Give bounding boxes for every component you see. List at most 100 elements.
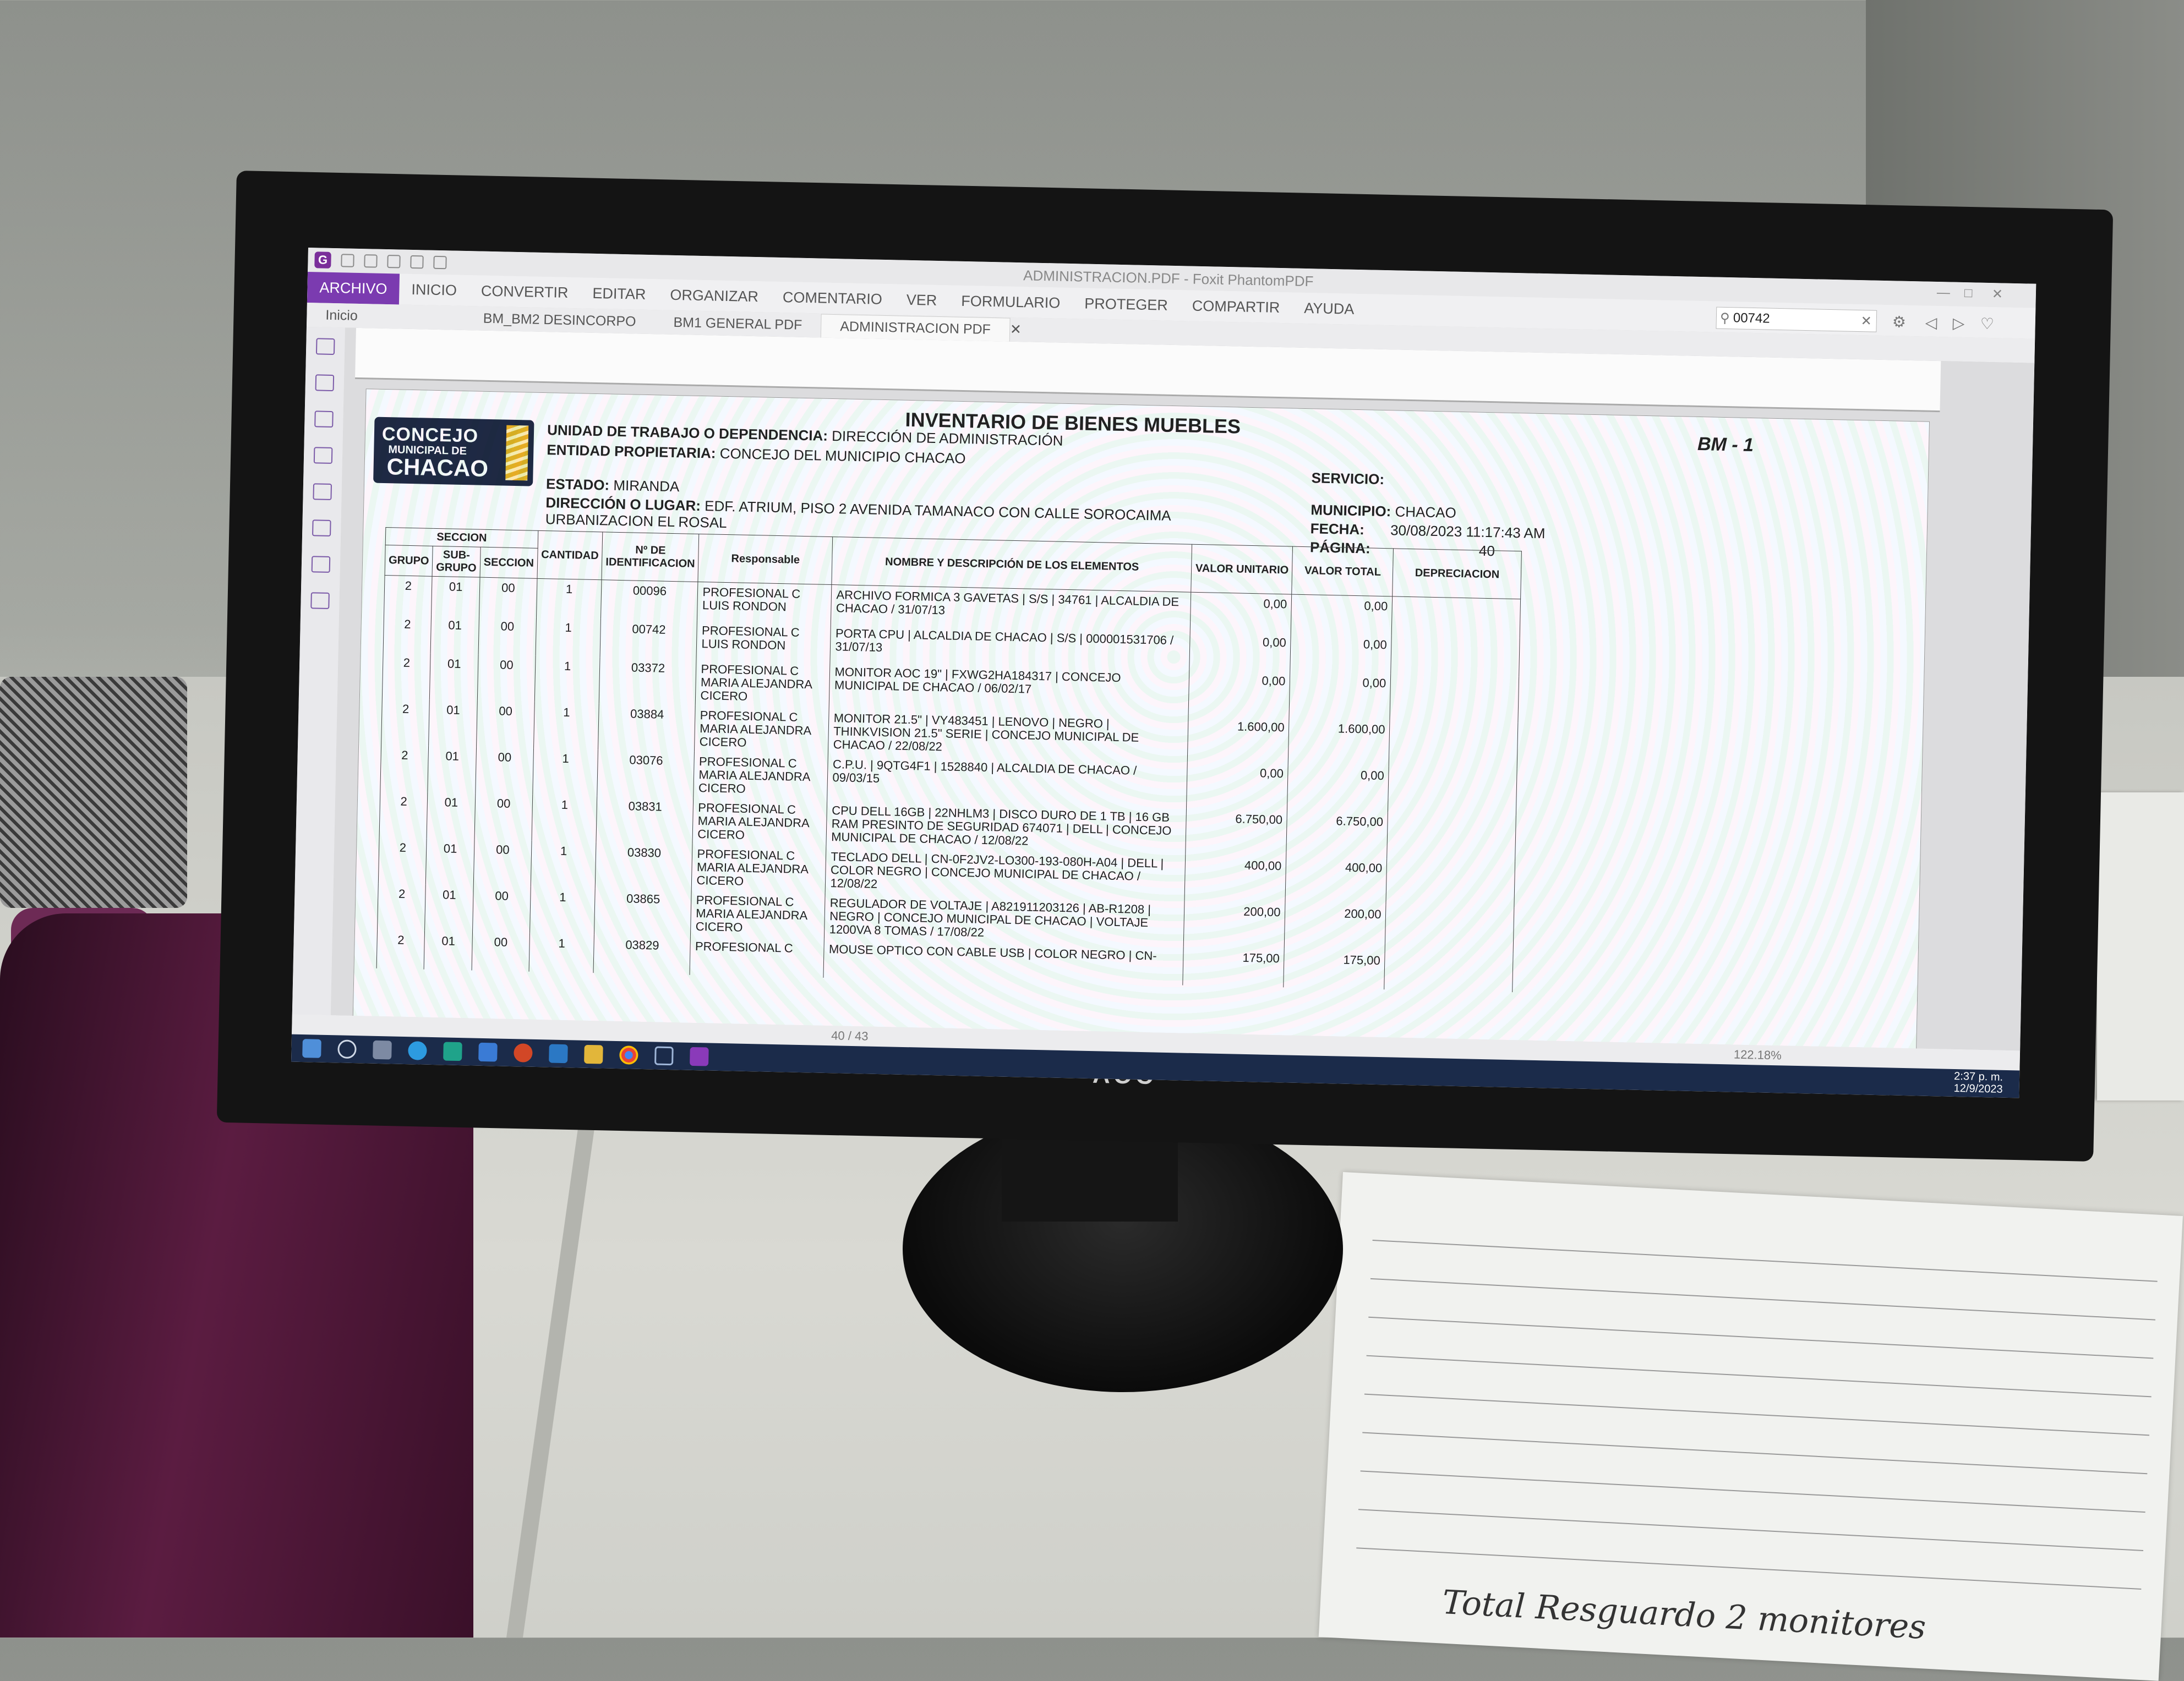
tab-archivo[interactable]: ARCHIVO [307,271,400,305]
inventory-table: SECCION CANTIDAD Nº DE IDENTIFICACION Re… [376,527,1522,993]
col-depreciacion: DEPRECIACION [1393,548,1522,599]
cell-g: 2 [379,791,428,839]
cell-sg: 01 [424,884,473,932]
tab-convertir[interactable]: CONVERTIR [468,275,581,308]
cell-vu: 0,00 [1190,592,1292,633]
cell-desc: MONITOR AOC 19" | FXWG2HA184317 | CONCEJ… [829,662,1190,716]
outlook-icon[interactable] [478,1042,498,1062]
cell-vu: 400,00 [1184,854,1287,903]
cell-vt: 6.750,00 [1286,810,1388,859]
tab-compartir[interactable]: COMPARTIR [1180,290,1292,323]
cell-resp: PROFESIONAL C MARIA ALEJANDRA CICERO [692,797,828,847]
cell-sg: 01 [431,576,480,616]
scan-icon[interactable] [410,255,424,269]
municipio-field: MUNICIPIO: CHACAO [1311,501,1457,521]
comments-icon[interactable] [313,447,333,464]
foxit-taskbar-icon[interactable] [690,1047,709,1066]
cell-id: 03884 [598,703,696,752]
cell-vu: 200,00 [1183,900,1286,949]
cell-s: 00 [474,793,533,841]
doc-tab-administracion[interactable]: ADMINISTRACION PDF [820,314,1011,342]
tab-organizar[interactable]: ORGANIZAR [658,279,771,312]
cell-desc: ARCHIVO FORMICA 3 GAVETAS | S/S | 34761 … [831,584,1192,631]
settings-gear-icon[interactable]: ⚙ [1892,313,1906,331]
cell-c: 1 [529,886,596,935]
pages-icon[interactable] [315,374,335,392]
task-view-icon[interactable] [373,1040,392,1060]
search-input[interactable]: 00742 [1733,310,1770,326]
edge-icon[interactable] [408,1041,427,1060]
binder [2097,792,2184,1100]
cell-c: 1 [531,794,598,842]
powerpoint-icon[interactable] [514,1043,533,1063]
minimize-icon[interactable]: — [1937,285,1951,300]
cell-id: 03076 [597,749,695,798]
layers-icon[interactable] [314,410,334,428]
3d-viewer-icon[interactable] [654,1046,674,1066]
cell-id: 00096 [600,579,698,621]
col-subgrupo: SUB-GRUPO [432,546,481,578]
search-taskbar-icon[interactable] [337,1039,357,1059]
cell-dep [1384,951,1514,993]
cell-s: 00 [473,839,532,887]
document-viewport[interactable]: INVENTARIO DE BIENES MUEBLES BM - 1 CONC… [330,327,2035,1051]
cell-c: 1 [534,655,600,704]
attachment-icon[interactable] [313,483,332,500]
mail-icon[interactable] [549,1044,568,1064]
cell-resp: PROFESIONAL C MARIA ALEJANDRA CICERO [690,890,826,939]
close-tab-icon[interactable]: ✕ [1010,321,1022,338]
save-icon[interactable] [364,254,378,268]
tab-comentario[interactable]: COMENTARIO [770,282,894,315]
cell-id: 03831 [596,796,694,844]
print-icon[interactable] [387,255,401,269]
app-logo-icon[interactable]: G [314,251,331,269]
system-clock[interactable]: 2:37 p. m. 12/9/2023 [1953,1070,2003,1096]
favorite-heart-icon[interactable]: ♡ [1980,315,1994,333]
cell-dep [1390,674,1520,723]
open-icon[interactable] [341,254,354,267]
col-responsable: Responsable [698,534,833,585]
new-icon[interactable] [433,255,447,270]
cell-desc: C.P.U. | 9QTG4F1 | 1528840 | ALCALDIA DE… [827,754,1188,808]
cell-vu: 0,00 [1186,762,1288,811]
doc-tab-bm-bm2[interactable]: BM_BM2 DESINCORPO [464,310,654,330]
tab-inicio[interactable]: INICIO [399,273,469,306]
fields-icon[interactable] [310,592,330,609]
tab-editar[interactable]: EDITAR [580,277,658,310]
file-explorer-icon[interactable] [584,1044,603,1064]
cell-g: 2 [384,575,433,615]
cell-vt: 0,00 [1289,671,1391,720]
cell-vt: 0,00 [1287,764,1389,813]
cell-s: 00 [477,654,536,702]
doc-tab-inicio[interactable]: Inicio [307,306,376,324]
cell-c: 1 [533,702,599,750]
tab-formulario[interactable]: FORMULARIO [949,285,1073,319]
doc-tab-bm1[interactable]: BM1 GENERAL PDF [654,314,821,333]
signature-icon[interactable] [311,556,331,573]
clear-search-icon[interactable]: ✕ [1860,313,1876,330]
search-box[interactable]: ⚲ 00742 ✕ [1716,306,1877,332]
cell-resp: PROFESIONAL C MARIA ALEJANDRA CICERO [695,659,831,709]
prev-result-icon[interactable]: ◁ [1925,314,1937,332]
tab-ver[interactable]: VER [894,284,949,316]
zoom-level[interactable]: 122.18% [1734,1048,1782,1063]
col-grupo: GRUPO [385,545,433,577]
screen: G ADMINISTRACION.PDF - Foxit PhantomPDF … [291,248,2036,1098]
maximize-icon[interactable]: □ [1964,286,1973,301]
bookmark-icon[interactable] [315,338,335,355]
cell-c: 1 [536,578,602,619]
next-result-icon[interactable]: ▷ [1952,314,1964,332]
chrome-icon[interactable] [619,1045,638,1065]
col-valor-unitario: VALOR UNITARIO [1191,544,1293,595]
page-indicator[interactable]: 40 / 43 [831,1028,869,1043]
close-window-icon[interactable]: ✕ [1992,286,2003,302]
cell-vu: 6.750,00 [1186,808,1287,857]
start-icon[interactable] [302,1039,321,1058]
tab-ayuda[interactable]: AYUDA [1292,292,1367,325]
lock-icon[interactable] [312,519,331,536]
cell-desc: MONITOR 21.5" | VY483451 | LENOVO | NEGR… [828,708,1189,762]
cell-sg: 01 [428,699,478,747]
tab-proteger[interactable]: PROTEGER [1072,288,1181,321]
store-icon[interactable] [443,1042,462,1061]
cell-dep [1388,766,1517,815]
